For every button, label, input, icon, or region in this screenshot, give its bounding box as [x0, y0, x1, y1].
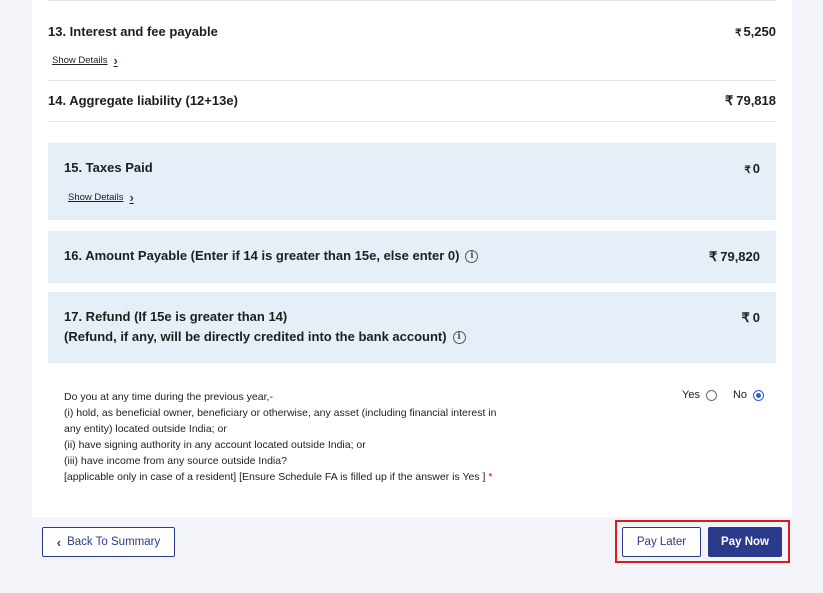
- question-line: (ii) have signing authority in any accou…: [64, 439, 366, 451]
- rupee-symbol: ₹: [744, 165, 751, 176]
- show-details-label: Show Details: [52, 55, 108, 66]
- no-option-label: No: [732, 389, 748, 401]
- interest-fee-value: 5,250: [743, 24, 776, 39]
- divider: [48, 0, 776, 1]
- pay-later-button[interactable]: Pay Later: [622, 527, 701, 557]
- amount-payable-label: 16. Amount Payable (Enter if 14 is great…: [64, 246, 479, 266]
- info-icon[interactable]: i: [452, 331, 466, 345]
- question-line-text: [applicable only in case of a resident] …: [64, 471, 486, 483]
- refund-amount: ₹0: [741, 310, 760, 326]
- amount-payable-box: 16. Amount Payable (Enter if 14 is great…: [48, 231, 776, 283]
- info-icon[interactable]: i: [465, 250, 479, 264]
- yes-option-label: Yes: [682, 389, 700, 401]
- back-to-summary-button[interactable]: ‹ Back To Summary: [42, 527, 175, 557]
- interest-fee-amount: ₹5,250: [735, 24, 776, 39]
- interest-fee-row: 13. Interest and fee payable ₹5,250: [48, 24, 776, 39]
- aggregate-liability-amount: ₹79,818: [725, 93, 776, 109]
- interest-fee-label: 13. Interest and fee payable: [48, 24, 218, 39]
- tax-computation-panel: 13. Interest and fee payable ₹5,250 Show…: [32, 0, 792, 517]
- amount-payable-value: 79,820: [720, 249, 760, 264]
- refund-value: 0: [752, 310, 760, 325]
- interest-show-details-link[interactable]: Show Details ›: [52, 53, 118, 68]
- question-line: (i) hold, as beneficial owner, beneficia…: [64, 407, 497, 419]
- no-radio[interactable]: [753, 389, 765, 401]
- rupee-symbol: ₹: [708, 249, 718, 264]
- taxes-paid-show-details-link[interactable]: Show Details ›: [68, 190, 134, 205]
- pay-now-label: Pay Now: [721, 536, 769, 548]
- refund-box: 17. Refund (If 15e is greater than 14) (…: [48, 292, 776, 363]
- foreign-asset-question: Do you at any time during the previous y…: [64, 389, 524, 485]
- rupee-symbol: ₹: [724, 93, 734, 108]
- taxes-paid-value: 0: [752, 161, 760, 176]
- pay-now-button[interactable]: Pay Now: [708, 527, 782, 557]
- show-details-label: Show Details: [68, 192, 124, 203]
- yes-radio[interactable]: [705, 389, 717, 401]
- refund-label: 17. Refund (If 15e is greater than 14) (…: [64, 307, 466, 347]
- refund-label-line2: (Refund, if any, will be directly credit…: [64, 329, 447, 344]
- chevron-left-icon: ‹: [56, 534, 62, 550]
- chevron-right-icon: ›: [129, 190, 134, 205]
- divider: [48, 121, 776, 122]
- chevron-right-icon: ›: [113, 53, 118, 68]
- amount-payable-text: 16. Amount Payable (Enter if 14 is great…: [64, 248, 460, 263]
- rupee-symbol: ₹: [735, 28, 742, 39]
- required-mark: *: [488, 471, 493, 483]
- aggregate-liability-label: 14. Aggregate liability (12+13e): [48, 93, 238, 108]
- question-line: (iii) have income from any source outsid…: [64, 455, 287, 467]
- question-line: [applicable only in case of a resident] …: [64, 469, 524, 485]
- refund-label-line1: 17. Refund (If 15e is greater than 14): [64, 309, 288, 324]
- taxes-paid-box: 15. Taxes Paid ₹0 Show Details ›: [48, 143, 776, 220]
- taxes-paid-amount: ₹0: [744, 161, 760, 176]
- back-to-summary-label: Back To Summary: [67, 536, 161, 548]
- amount-payable-amount: ₹79,820: [709, 249, 760, 265]
- rupee-symbol: ₹: [741, 310, 750, 325]
- pay-later-label: Pay Later: [636, 536, 687, 548]
- taxes-paid-label: 15. Taxes Paid: [64, 160, 153, 175]
- aggregate-liability-value: 79,818: [736, 93, 776, 108]
- question-line: any entity) located outside India; or: [64, 423, 227, 435]
- foreign-asset-radio-group: Yes No: [682, 389, 774, 401]
- divider: [48, 80, 776, 81]
- aggregate-liability-row: 14. Aggregate liability (12+13e) ₹79,818: [48, 93, 776, 109]
- question-line: Do you at any time during the previous y…: [64, 391, 273, 403]
